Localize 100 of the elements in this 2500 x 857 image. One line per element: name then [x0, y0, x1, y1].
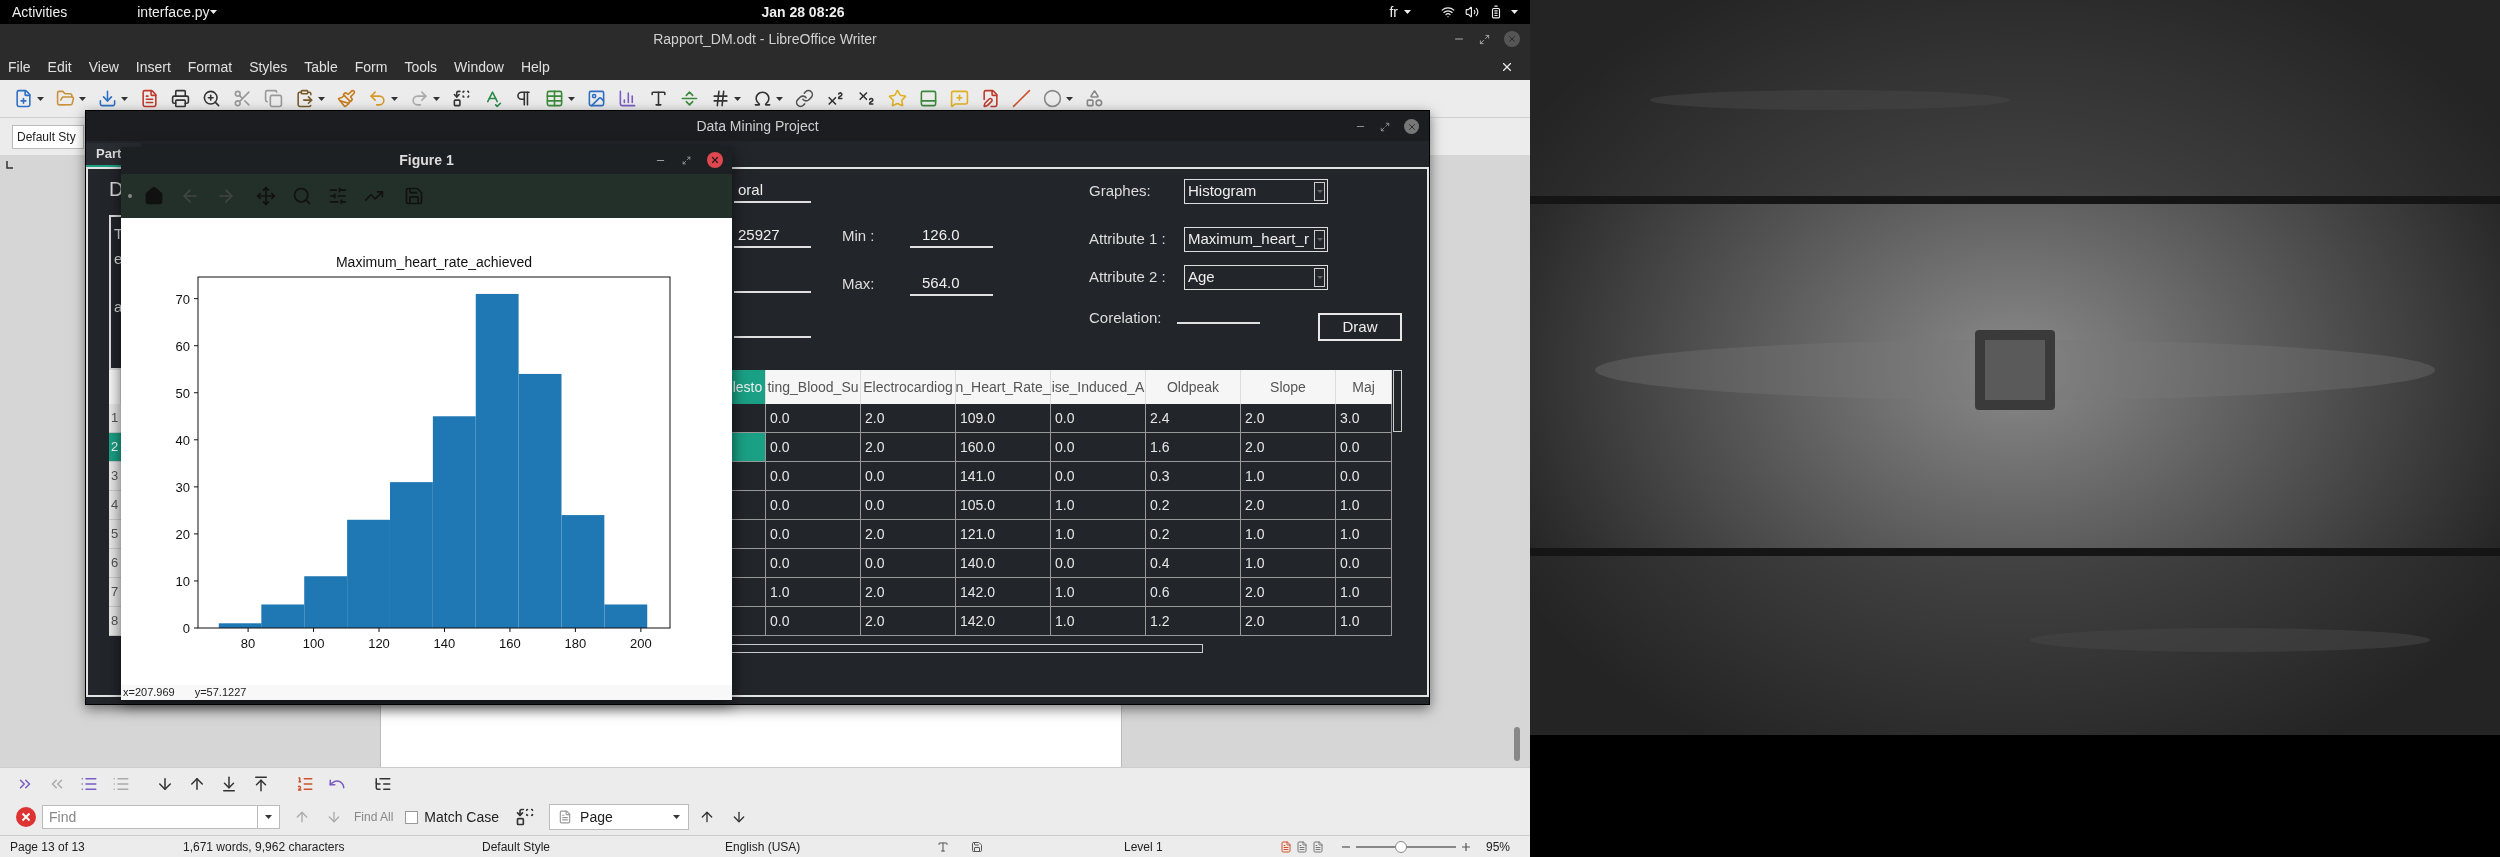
- move-up-icon[interactable]: [252, 774, 270, 793]
- menu-item[interactable]: Form: [354, 56, 388, 78]
- new-document-icon[interactable]: [14, 89, 33, 108]
- omega-icon[interactable]: [753, 89, 772, 108]
- caret-icon[interactable]: [391, 96, 398, 101]
- single-page-view-icon[interactable]: [1280, 840, 1292, 853]
- page-break-icon[interactable]: [680, 89, 699, 108]
- slider-thumb[interactable]: [1395, 840, 1407, 853]
- caret-icon[interactable]: [265, 815, 272, 819]
- menu-item[interactable]: Styles: [249, 56, 288, 78]
- caret-icon[interactable]: [79, 96, 86, 101]
- link-icon[interactable]: [795, 89, 814, 108]
- find-replace-icon[interactable]: [515, 807, 536, 827]
- scrollbar[interactable]: [730, 644, 1203, 653]
- endnote-icon[interactable]: [857, 89, 876, 108]
- menu-item[interactable]: Edit: [47, 56, 72, 78]
- zoom-slider[interactable]: [1356, 840, 1456, 853]
- track-changes-icon[interactable]: [981, 89, 1000, 108]
- multi-page-view-icon[interactable]: [1296, 840, 1308, 853]
- column-header[interactable]: n_Heart_Rate_: [956, 370, 1051, 404]
- close-document-icon[interactable]: [1500, 60, 1514, 74]
- dropdown[interactable]: Maximum_heart_r: [1184, 227, 1328, 252]
- pdf-icon[interactable]: [140, 89, 159, 108]
- row-header[interactable]: 3: [109, 462, 121, 491]
- column-header[interactable]: Electrocardiog: [861, 370, 956, 404]
- restore-icon[interactable]: [1479, 33, 1490, 45]
- column-header[interactable]: ting_Blood_Su: [766, 370, 861, 404]
- book-view-icon[interactable]: [1312, 840, 1324, 853]
- cross-reference-icon[interactable]: [919, 89, 938, 108]
- app-menu[interactable]: interface.py: [137, 1, 210, 23]
- row-header[interactable]: 4: [109, 491, 121, 520]
- menu-item[interactable]: Table: [304, 56, 338, 78]
- menu-item[interactable]: Insert: [135, 56, 171, 78]
- close-find-icon[interactable]: [16, 807, 36, 827]
- text-field[interactable]: 564.0: [910, 272, 993, 296]
- text-field[interactable]: 126.0: [910, 224, 993, 248]
- footnote-icon[interactable]: [826, 89, 845, 108]
- caret-icon[interactable]: [734, 96, 741, 101]
- paste-icon[interactable]: [295, 89, 314, 108]
- menu-item[interactable]: Help: [520, 56, 550, 78]
- row-header[interactable]: 7: [109, 578, 121, 607]
- row-header[interactable]: 5: [109, 520, 121, 549]
- paintbrush-icon[interactable]: [337, 89, 356, 108]
- menu-item[interactable]: Tools: [404, 56, 438, 78]
- clock[interactable]: Jan 28 08:26: [761, 1, 845, 23]
- caret-icon[interactable]: [776, 96, 783, 101]
- dropdown-button[interactable]: [258, 805, 280, 829]
- menu-item[interactable]: Format: [187, 56, 233, 78]
- caret-icon[interactable]: [318, 96, 325, 101]
- find-replace-icon[interactable]: [452, 89, 471, 108]
- text-box-icon[interactable]: [649, 89, 668, 108]
- find-field[interactable]: Find: [42, 805, 258, 829]
- battery-icon[interactable]: [1489, 5, 1503, 19]
- zoom-in-icon[interactable]: [1462, 842, 1470, 851]
- text-field[interactable]: 25927: [734, 224, 811, 248]
- match-case-checkbox[interactable]: [405, 810, 419, 824]
- paragraph-style-field[interactable]: Default Sty: [12, 124, 84, 149]
- menu-item[interactable]: File: [8, 56, 31, 78]
- caret-icon[interactable]: [568, 96, 575, 101]
- caret-icon[interactable]: [1511, 10, 1518, 14]
- line-icon[interactable]: [1012, 89, 1031, 108]
- printer-icon[interactable]: [171, 89, 190, 108]
- restore-icon[interactable]: [682, 155, 691, 165]
- column-header[interactable]: Maj: [1336, 370, 1392, 404]
- copy-icon[interactable]: [264, 89, 283, 108]
- chart-icon[interactable]: [618, 89, 637, 108]
- column-header[interactable]: ise_Induced_A: [1051, 370, 1146, 404]
- scrollbar[interactable]: [1393, 370, 1402, 432]
- volume-icon[interactable]: [1465, 5, 1479, 19]
- menu-item[interactable]: View: [88, 56, 119, 78]
- row-header[interactable]: 1: [109, 404, 121, 433]
- image-icon[interactable]: [587, 89, 606, 108]
- wifi-icon[interactable]: [1441, 5, 1455, 19]
- scissors-icon[interactable]: [233, 89, 252, 108]
- numbered-list-icon[interactable]: [296, 774, 314, 793]
- restore-icon[interactable]: [1380, 121, 1390, 132]
- caret-icon[interactable]: [37, 96, 44, 101]
- navigate-by-dropdown[interactable]: Page: [549, 804, 690, 830]
- draw-button[interactable]: Draw: [1318, 313, 1402, 341]
- caret-icon[interactable]: [1404, 10, 1411, 14]
- column-header[interactable]: Oldpeak: [1146, 370, 1241, 404]
- caret-icon[interactable]: [121, 96, 128, 101]
- keyboard-layout[interactable]: fr: [1389, 1, 1398, 23]
- sliders-icon[interactable]: [328, 186, 348, 206]
- star-icon[interactable]: [888, 89, 907, 108]
- save-icon[interactable]: [98, 89, 117, 108]
- pilcrow-icon[interactable]: [514, 89, 533, 108]
- caret-icon[interactable]: [673, 815, 681, 819]
- row-header[interactable]: 8: [109, 607, 121, 636]
- caret-icon[interactable]: [433, 96, 440, 101]
- menu-item[interactable]: Window: [454, 56, 504, 78]
- field-icon[interactable]: [711, 89, 730, 108]
- row-header[interactable]: 6: [109, 549, 121, 578]
- caret-icon[interactable]: [209, 10, 217, 14]
- activities-button[interactable]: Activities: [12, 1, 68, 23]
- dropdown[interactable]: Age: [1184, 265, 1328, 290]
- table-icon[interactable]: [545, 89, 564, 108]
- dropdown[interactable]: Histogram: [1184, 179, 1328, 204]
- print-preview-icon[interactable]: [202, 89, 221, 108]
- column-header[interactable]: Slope: [1241, 370, 1336, 404]
